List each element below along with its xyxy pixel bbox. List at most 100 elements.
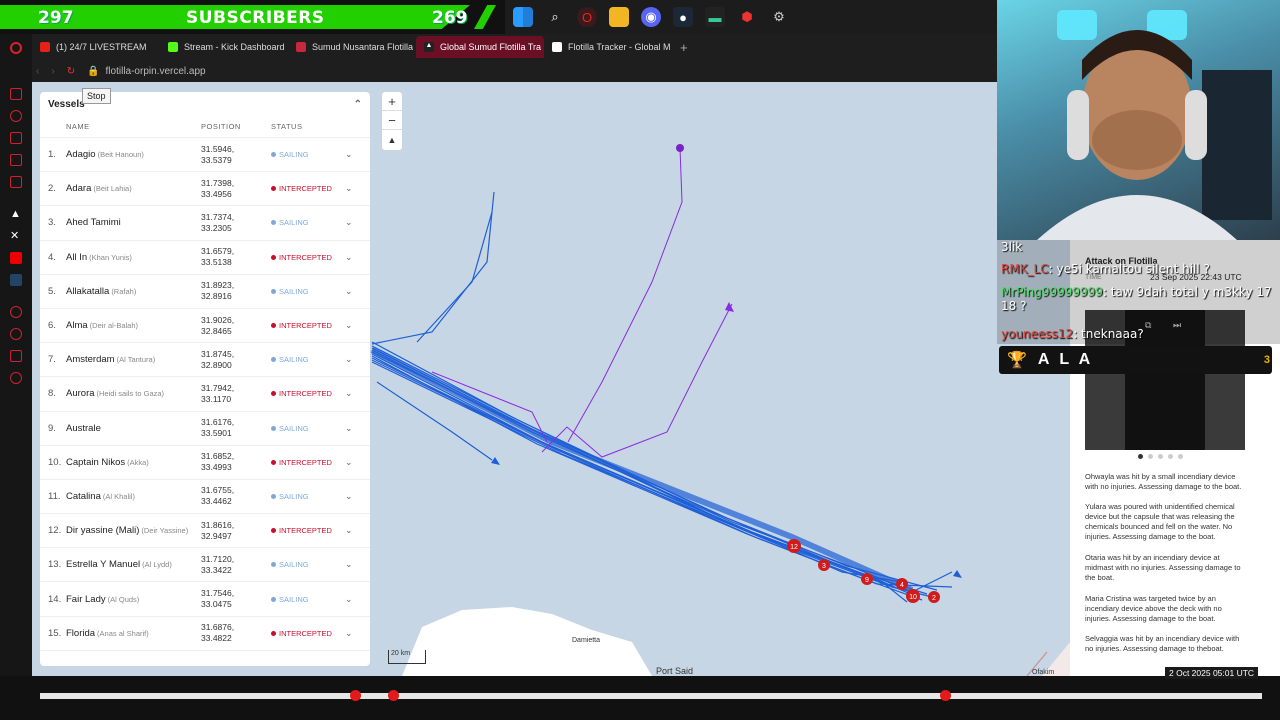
- timeline-event[interactable]: [350, 690, 361, 701]
- carousel-dots[interactable]: [1138, 454, 1183, 459]
- vessel-arrow[interactable]: [953, 570, 962, 578]
- vessel-name-text: Amsterdam: [66, 354, 115, 366]
- expand-chevron-icon[interactable]: ⌄: [345, 559, 359, 570]
- expand-chevron-icon[interactable]: ⌄: [345, 628, 359, 639]
- vessel-row[interactable]: 1. Adagio (Beit Hanoun) 31.5946, 33.5379 SAIL…: [40, 138, 370, 173]
- sidebar-aria-icon[interactable]: ▲: [10, 208, 22, 220]
- collapse-icon[interactable]: ⌃: [354, 99, 362, 110]
- expand-chevron-icon[interactable]: ⌄: [345, 183, 359, 194]
- vessel-row[interactable]: 4. All In (Khan Yunis) 31.6579, 33.5138 INTER…: [40, 241, 370, 275]
- forward-icon[interactable]: ›: [51, 66, 54, 77]
- vessel-row[interactable]: 8. Aurora (Heidi sails to Gaza) 31.7942, 33.…: [40, 377, 370, 412]
- vessel-row[interactable]: 14. Fair Lady (Al Quds) 31.7546, 33.0475 SAIL…: [40, 582, 370, 617]
- vessel-row[interactable]: 11. Catalina (Al Khalil) 31.6755, 33.4462 SAI…: [40, 480, 370, 515]
- vessel-arrow[interactable]: [725, 302, 734, 312]
- sidebar-mail-icon[interactable]: [10, 88, 22, 100]
- vessel-name: Alma (Deir al-Balah): [66, 320, 201, 331]
- vessel-lon: 33.4462: [201, 496, 232, 507]
- vessel-row[interactable]: 5. Allakatalla (Rafah) 31.8923, 32.8916 SAILI…: [40, 275, 370, 309]
- sidebar-history-icon[interactable]: [10, 306, 22, 318]
- vessel-status-text: SAILING: [279, 150, 309, 160]
- opera-menu-icon[interactable]: [10, 42, 22, 54]
- vessel-row[interactable]: 6. Alma (Deir al-Balah) 31.9026, 32.8465 INTE…: [40, 309, 370, 344]
- expand-chevron-icon[interactable]: ⌄: [345, 388, 359, 399]
- vessel-index: 2.: [48, 183, 56, 195]
- steam-icon[interactable]: ●: [673, 7, 693, 27]
- url-field[interactable]: flotilla-orpin.vercel.app: [106, 66, 206, 77]
- expand-chevron-icon[interactable]: ⌄: [345, 423, 359, 434]
- opera-icon[interactable]: O: [577, 7, 597, 27]
- vessel-subname: (Beit Hanoun): [97, 150, 144, 160]
- tab-flotilla-tracker[interactable]: Flotilla Tracker - Global M: [544, 36, 672, 58]
- expand-chevron-icon[interactable]: ⌄: [345, 354, 359, 365]
- map-page: Damietta Port Said Ofakim 12 3 9 4 10 2 …: [32, 82, 1070, 676]
- timeline-event[interactable]: [388, 690, 399, 701]
- zoom-out-button[interactable]: −: [382, 111, 402, 130]
- folder-icon[interactable]: [609, 7, 629, 27]
- compass-icon[interactable]: ▲: [382, 130, 402, 149]
- sidebar-shield-icon[interactable]: [10, 274, 22, 286]
- app-icon[interactable]: ▬: [705, 7, 725, 27]
- tab-label: Stream - Kick Dashboard: [184, 42, 285, 52]
- vessel-status-text: INTERCEPTED: [279, 389, 332, 399]
- vessel-row[interactable]: 10. Captain Nikos (Akka) 31.6852, 33.4993 INT…: [40, 446, 370, 480]
- vessel-name: Adara (Beit Lahia): [66, 183, 201, 194]
- vessel-row[interactable]: 3. Ahed Tamimi 31.7374, 33.2305 SAILING ⌄: [40, 206, 370, 241]
- vessel-position: 31.5946, 33.5379: [201, 144, 271, 166]
- vessel-row[interactable]: 2. Adara (Beit Lahia) 31.7398, 33.4956 INTERC…: [40, 172, 370, 207]
- vessel-status-text: SAILING: [279, 560, 309, 570]
- expand-chevron-icon[interactable]: ⌄: [345, 286, 359, 297]
- tab-livestream[interactable]: (1) 24/7 LIVESTREAM: [32, 36, 160, 58]
- expand-chevron-icon[interactable]: ⌄: [345, 252, 359, 263]
- vessel-position: 31.6579, 33.5138: [201, 246, 271, 268]
- vessel-marker[interactable]: [676, 144, 684, 152]
- expand-chevron-icon[interactable]: ⌄: [345, 525, 359, 536]
- vessel-row[interactable]: 15. Florida (Anas al Sharif) 31.6876, 33.482…: [40, 617, 370, 651]
- new-tab-button[interactable]: +: [672, 36, 696, 58]
- sidebar-clock-icon[interactable]: [10, 328, 22, 340]
- vessel-index: 5.: [48, 285, 56, 297]
- discord-icon[interactable]: ◉: [641, 7, 661, 27]
- streamer-image: [1037, 10, 1272, 240]
- vessel-row[interactable]: 9. Australe 31.6176, 33.5901 SAILING ⌄: [40, 412, 370, 446]
- svg-text:2: 2: [932, 595, 936, 602]
- expand-chevron-icon[interactable]: ⌄: [345, 217, 359, 228]
- timeline-track[interactable]: [40, 690, 1262, 701]
- reload-icon[interactable]: ↻: [67, 66, 75, 77]
- vessel-arrow[interactable]: [491, 457, 500, 465]
- vessel-status-text: SAILING: [279, 423, 309, 433]
- expand-chevron-icon[interactable]: ⌄: [345, 320, 359, 331]
- timeline-event[interactable]: [940, 690, 951, 701]
- expand-chevron-icon[interactable]: ⌄: [345, 457, 359, 468]
- vessel-row[interactable]: 12. Dir yassine (Mali) (Deir Yassine) 31.86…: [40, 514, 370, 549]
- sidebar-refresh-icon[interactable]: [10, 110, 22, 122]
- address-bar: ‹ › ↻ 🔒 flotilla-orpin.vercel.app: [32, 60, 1000, 82]
- vessel-index: 10.: [48, 456, 62, 468]
- col-name: NAME: [66, 122, 90, 131]
- settings-icon[interactable]: ⚙: [769, 7, 789, 27]
- tab-global-sumud[interactable]: ▲ Global Sumud Flotilla Tra: [416, 36, 544, 58]
- vessel-status: INTERCEPTED: [271, 321, 345, 330]
- vessel-row[interactable]: 13. Estrella Y Manuel (Al Lydd) 31.7120, 33.…: [40, 548, 370, 583]
- sidebar-cube-icon[interactable]: [10, 350, 22, 362]
- sidebar-settings-icon[interactable]: [10, 372, 22, 384]
- location-pin-icon[interactable]: ⬢: [737, 7, 757, 27]
- vessel-row[interactable]: 7. Amsterdam (Al Tantura) 31.8745, 32.8900 SA…: [40, 343, 370, 378]
- search-icon[interactable]: ⌕: [545, 7, 565, 27]
- zoom-in-button[interactable]: +: [382, 92, 402, 111]
- vessel-lat: 31.6579,: [201, 246, 235, 257]
- sidebar-music-icon[interactable]: [10, 176, 22, 188]
- chat-message: : ye5i kamaltou silent hill ?: [1048, 262, 1210, 276]
- windows-start-icon[interactable]: [513, 7, 533, 27]
- tab-sumud-nusantara[interactable]: Sumud Nusantara Flotilla: [288, 36, 416, 58]
- sidebar-bag-icon[interactable]: [10, 132, 22, 144]
- sidebar-x-icon[interactable]: ✕: [10, 230, 22, 242]
- expand-chevron-icon[interactable]: ⌄: [345, 149, 359, 160]
- sidebar-tv-icon[interactable]: [10, 154, 22, 166]
- expand-chevron-icon[interactable]: ⌄: [345, 594, 359, 605]
- vessel-position: 31.6755, 33.4462: [201, 485, 271, 507]
- sidebar-youtube-icon[interactable]: [10, 252, 22, 264]
- tab-kick[interactable]: Stream - Kick Dashboard: [160, 36, 288, 58]
- back-icon[interactable]: ‹: [36, 66, 39, 77]
- expand-chevron-icon[interactable]: ⌄: [345, 491, 359, 502]
